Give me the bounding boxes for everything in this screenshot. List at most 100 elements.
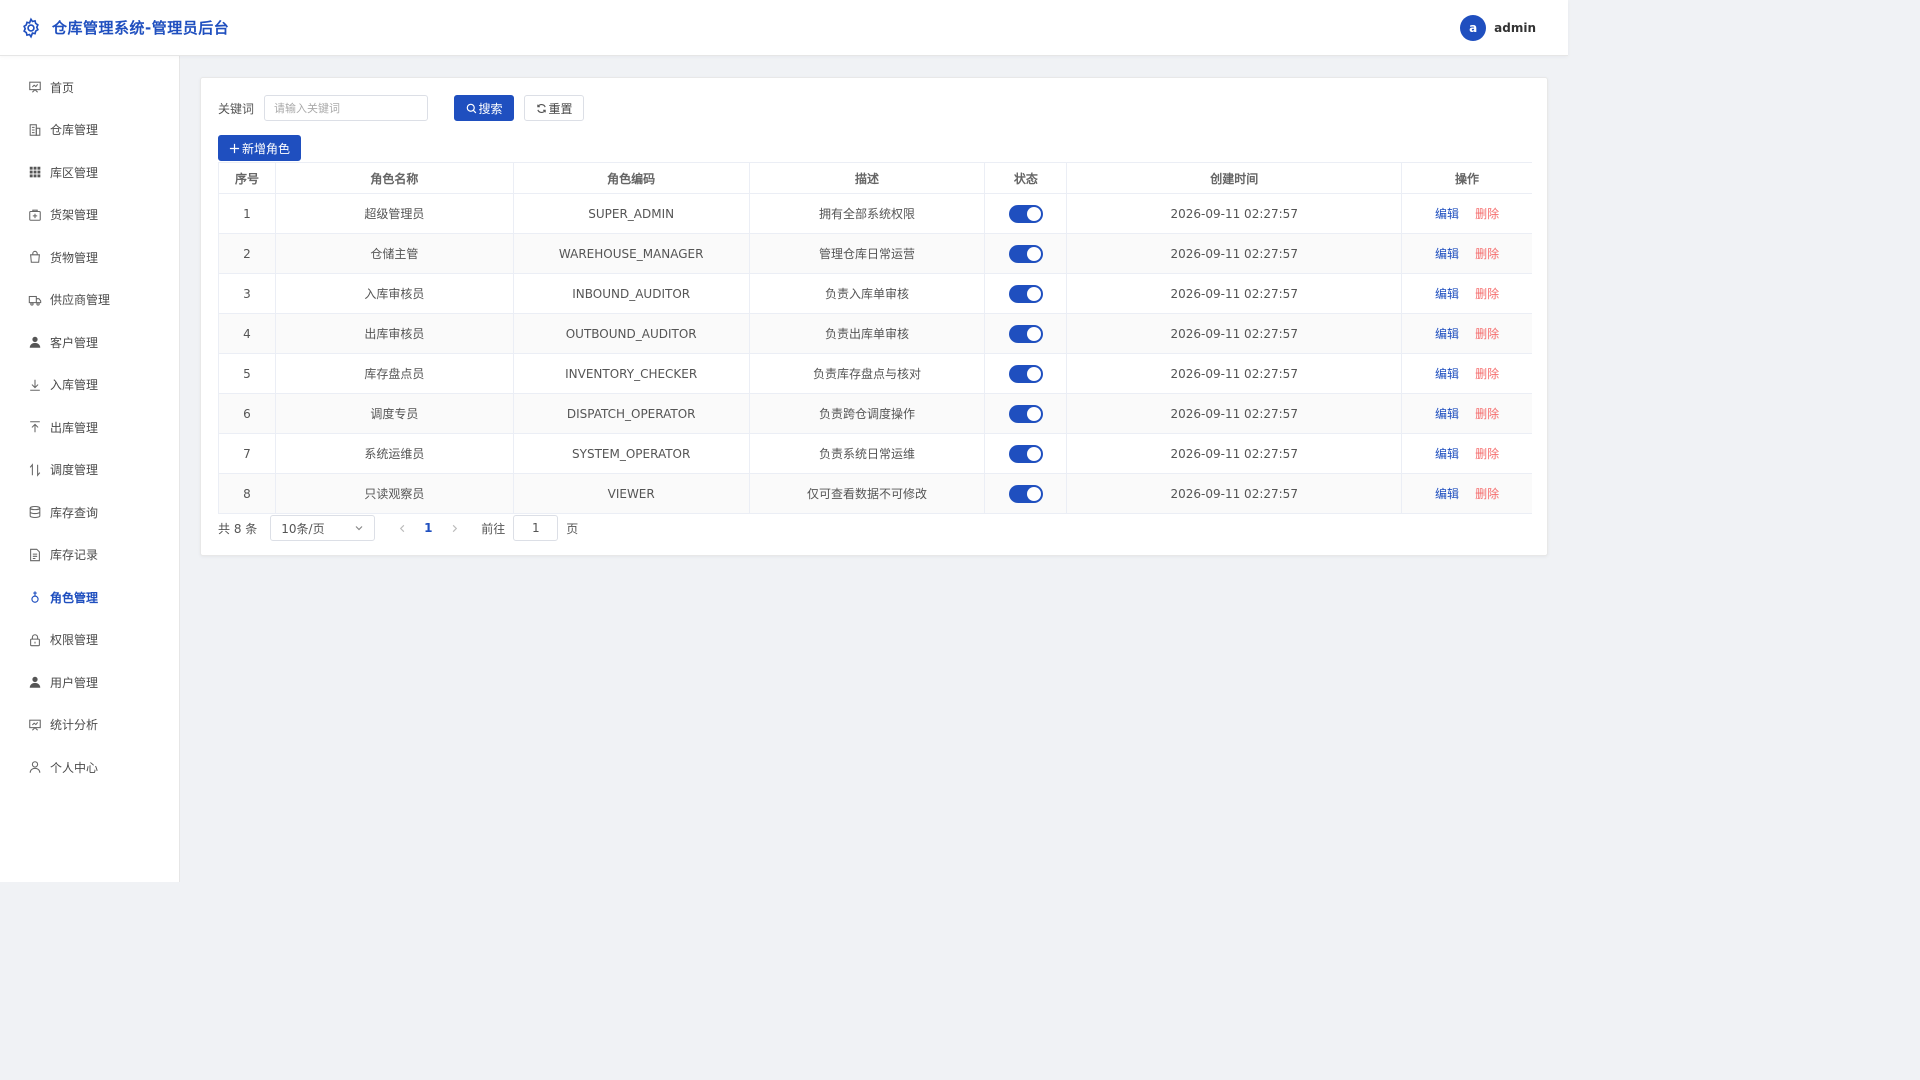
page-size-select[interactable]: 10条/页 [270,515,376,541]
sidebar-item-label: 统计分析 [50,718,99,733]
cell-status [985,314,1068,353]
sidebar-item-supplier[interactable]: 供应商管理 [0,279,179,322]
delete-button[interactable]: 删除 [1475,485,1499,502]
delete-button[interactable]: 删除 [1475,325,1499,342]
delete-button[interactable]: 删除 [1475,245,1499,262]
cell-status [985,394,1068,433]
cell-status [985,434,1068,473]
sidebar-item-label: 个人中心 [50,760,99,775]
cell-index: 6 [219,394,276,433]
sidebar-item-inbound[interactable]: 入库管理 [0,364,179,407]
cell-role-name: 系统运维员 [276,434,514,473]
building-icon [29,123,41,136]
sidebar-item-zone[interactable]: 库区管理 [0,151,179,194]
cell-index: 3 [219,274,276,313]
status-toggle[interactable] [1008,444,1043,463]
cell-role-code: OUTBOUND_AUDITOR [514,314,750,353]
avatar[interactable]: a [1460,14,1487,41]
reset-button[interactable]: 重置 [524,95,585,121]
keyword-label: 关键词 [218,101,255,116]
table-row: 8 只读观察员 VIEWER 仅可查看数据不可修改 2026-09-11 02:27:5… [219,474,1532,514]
sidebar-item-outbound[interactable]: 出库管理 [0,406,179,449]
cell-role-code: WAREHOUSE_MANAGER [514,234,750,273]
edit-button[interactable]: 编辑 [1435,485,1459,502]
sidebar-item-dispatch[interactable]: 调度管理 [0,449,179,492]
edit-button[interactable]: 编辑 [1435,405,1459,422]
chevron-left-icon [399,524,405,532]
status-toggle[interactable] [1008,284,1043,303]
sidebar-item-home[interactable]: 首页 [0,66,179,109]
sidebar-item-label: 角色管理 [50,590,99,605]
status-toggle[interactable] [1008,484,1043,503]
sidebar-item-user[interactable]: 用户管理 [0,661,179,704]
cell-created-time: 2026-09-11 02:27:57 [1067,354,1403,393]
cell-index: 7 [219,434,276,473]
status-toggle[interactable] [1008,204,1043,223]
sidebar-item-label: 货架管理 [50,208,99,223]
sidebar-item-label: 库存查询 [50,505,99,520]
search-button[interactable]: 搜索 [454,95,515,121]
column-header: 序号 [219,163,276,193]
sidebar-item-goods[interactable]: 货物管理 [0,236,179,279]
edit-button[interactable]: 编辑 [1435,325,1459,342]
sidebar-item-label: 供应商管理 [50,293,111,308]
next-page-button[interactable] [441,524,467,533]
cell-created-time: 2026-09-11 02:27:57 [1067,314,1403,353]
cell-description: 负责跨仓调度操作 [750,394,986,433]
sidebar-item-shelf[interactable]: 货架管理 [0,194,179,237]
sidebar-item-role[interactable]: 角色管理 [0,576,179,619]
status-toggle[interactable] [1008,364,1043,383]
chart-board-icon [29,719,41,731]
cell-status [985,274,1068,313]
table-row: 6 调度专员 DISPATCH_OPERATOR 负责跨仓调度操作 2026-09-11… [219,394,1532,434]
delete-button[interactable]: 删除 [1475,205,1499,222]
sidebar-item-customer[interactable]: 客户管理 [0,321,179,364]
column-header: 角色名称 [276,163,514,193]
delete-button[interactable]: 删除 [1475,405,1499,422]
edit-button[interactable]: 编辑 [1435,285,1459,302]
cell-role-code: INVENTORY_CHECKER [514,354,750,393]
user-menu[interactable]: a admin [1460,14,1536,41]
shelf-icon [29,209,41,221]
column-header: 操作 [1455,171,1480,186]
status-toggle[interactable] [1008,324,1043,343]
delete-button[interactable]: 删除 [1475,365,1499,382]
sidebar-item-profile[interactable]: 个人中心 [0,746,179,789]
cell-description: 仅可查看数据不可修改 [750,474,986,513]
delete-button[interactable]: 删除 [1475,445,1499,462]
sidebar-item-label: 首页 [50,80,75,95]
cell-role-code: SYSTEM_OPERATOR [514,434,750,473]
sidebar-item-permission[interactable]: 权限管理 [0,619,179,662]
add-role-button[interactable]: 新增角色 [218,135,301,161]
goto-page-input[interactable]: 1 [513,515,559,541]
download-icon [30,379,40,391]
gear-icon [20,17,42,39]
cell-description: 负责库存盘点与核对 [750,354,986,393]
status-toggle[interactable] [1008,244,1043,263]
cell-index: 2 [219,234,276,273]
cell-actions: 编辑 删除 [1402,354,1532,393]
status-toggle[interactable] [1008,404,1043,423]
column-header: 描述 [750,163,986,193]
sidebar-item-stock-record[interactable]: 库存记录 [0,534,179,577]
edit-button[interactable]: 编辑 [1435,205,1459,222]
prev-page-button[interactable] [389,524,415,533]
home-icon [29,81,41,93]
sidebar: 首页 仓库管理 库区管理 货架管理 货物管理 供应商管理 客户管理 入库管理 出… [0,56,180,882]
cell-description: 负责出库单审核 [750,314,986,353]
column-header: 创建时间 [1067,163,1403,193]
cell-actions: 编辑 删除 [1402,434,1532,473]
sidebar-item-warehouse[interactable]: 仓库管理 [0,109,179,152]
delete-button[interactable]: 删除 [1475,285,1499,302]
edit-button[interactable]: 编辑 [1435,365,1459,382]
keyword-input[interactable]: 请输入关键词 [264,95,429,121]
username[interactable]: admin [1494,21,1536,35]
edit-button[interactable]: 编辑 [1435,245,1459,262]
cell-role-code: INBOUND_AUDITOR [514,274,750,313]
page-number-current[interactable]: 1 [415,521,441,535]
sidebar-item-stock-query[interactable]: 库存查询 [0,491,179,534]
column-header: 状态 [985,163,1068,193]
sidebar-item-statistics[interactable]: 统计分析 [0,704,179,747]
edit-button[interactable]: 编辑 [1435,445,1459,462]
cell-index: 8 [219,474,276,513]
